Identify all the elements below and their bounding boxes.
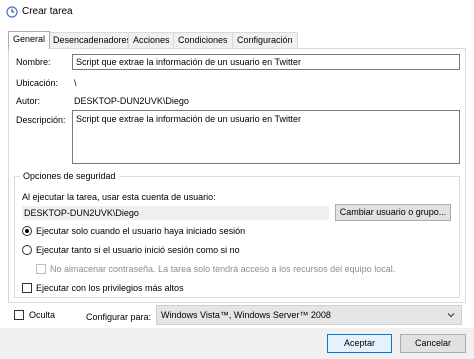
run-as-label: Al ejecutar la tarea, usar esta cuenta d… [22,192,216,202]
no-store-password-label: No almacenar contraseña. La tarea solo t… [50,264,396,274]
tab-general[interactable]: General [8,31,51,49]
tab-settings[interactable]: Configuración [232,32,298,49]
configure-for-label: Configurar para: [86,312,152,322]
run-whether-logged-radio[interactable] [22,245,32,255]
tab-actions[interactable]: Acciones [128,32,175,49]
configure-for-value: Windows Vista™, Windows Server™ 2008 [161,310,331,320]
change-user-button[interactable]: Cambiar usuario o grupo... [335,204,451,221]
highest-privileges-label[interactable]: Ejecutar con los privilegios más altos [36,282,184,294]
location-label: Ubicación: [16,78,59,88]
author-value: DESKTOP-DUN2UVK\Diego [74,96,189,106]
run-whether-logged-label[interactable]: Ejecutar tanto si el usuario inició sesi… [36,244,240,256]
name-label: Nombre: [16,57,51,67]
tab-triggers[interactable]: Desencadenadores [48,32,137,49]
author-label: Autor: [16,96,41,106]
hidden-label[interactable]: Oculta [29,309,55,321]
hidden-checkbox[interactable] [14,310,24,320]
run-logged-on-radio[interactable] [22,226,32,236]
no-store-password-checkbox [36,264,46,274]
location-value: \ [74,78,77,88]
run-logged-on-label[interactable]: Ejecutar solo cuando el usuario haya ini… [36,225,245,237]
window-title: Crear tarea [22,6,73,17]
description-textarea[interactable]: Script que extrae la información de un u… [72,110,460,164]
task-scheduler-clock-icon [6,6,18,18]
description-label: Descripción: [16,115,66,125]
accept-button[interactable]: Aceptar [327,334,392,353]
chevron-down-icon [447,313,455,318]
cancel-button[interactable]: Cancelar [400,334,466,353]
tab-conditions[interactable]: Condiciones [173,32,233,49]
highest-privileges-checkbox[interactable] [22,283,32,293]
security-options-title: Opciones de seguridad [20,170,119,182]
configure-for-select[interactable]: Windows Vista™, Windows Server™ 2008 [156,305,462,325]
user-account-field: DESKTOP-DUN2UVK\Diego [22,206,329,220]
name-input[interactable]: Script que extrae la información de un u… [72,54,460,70]
